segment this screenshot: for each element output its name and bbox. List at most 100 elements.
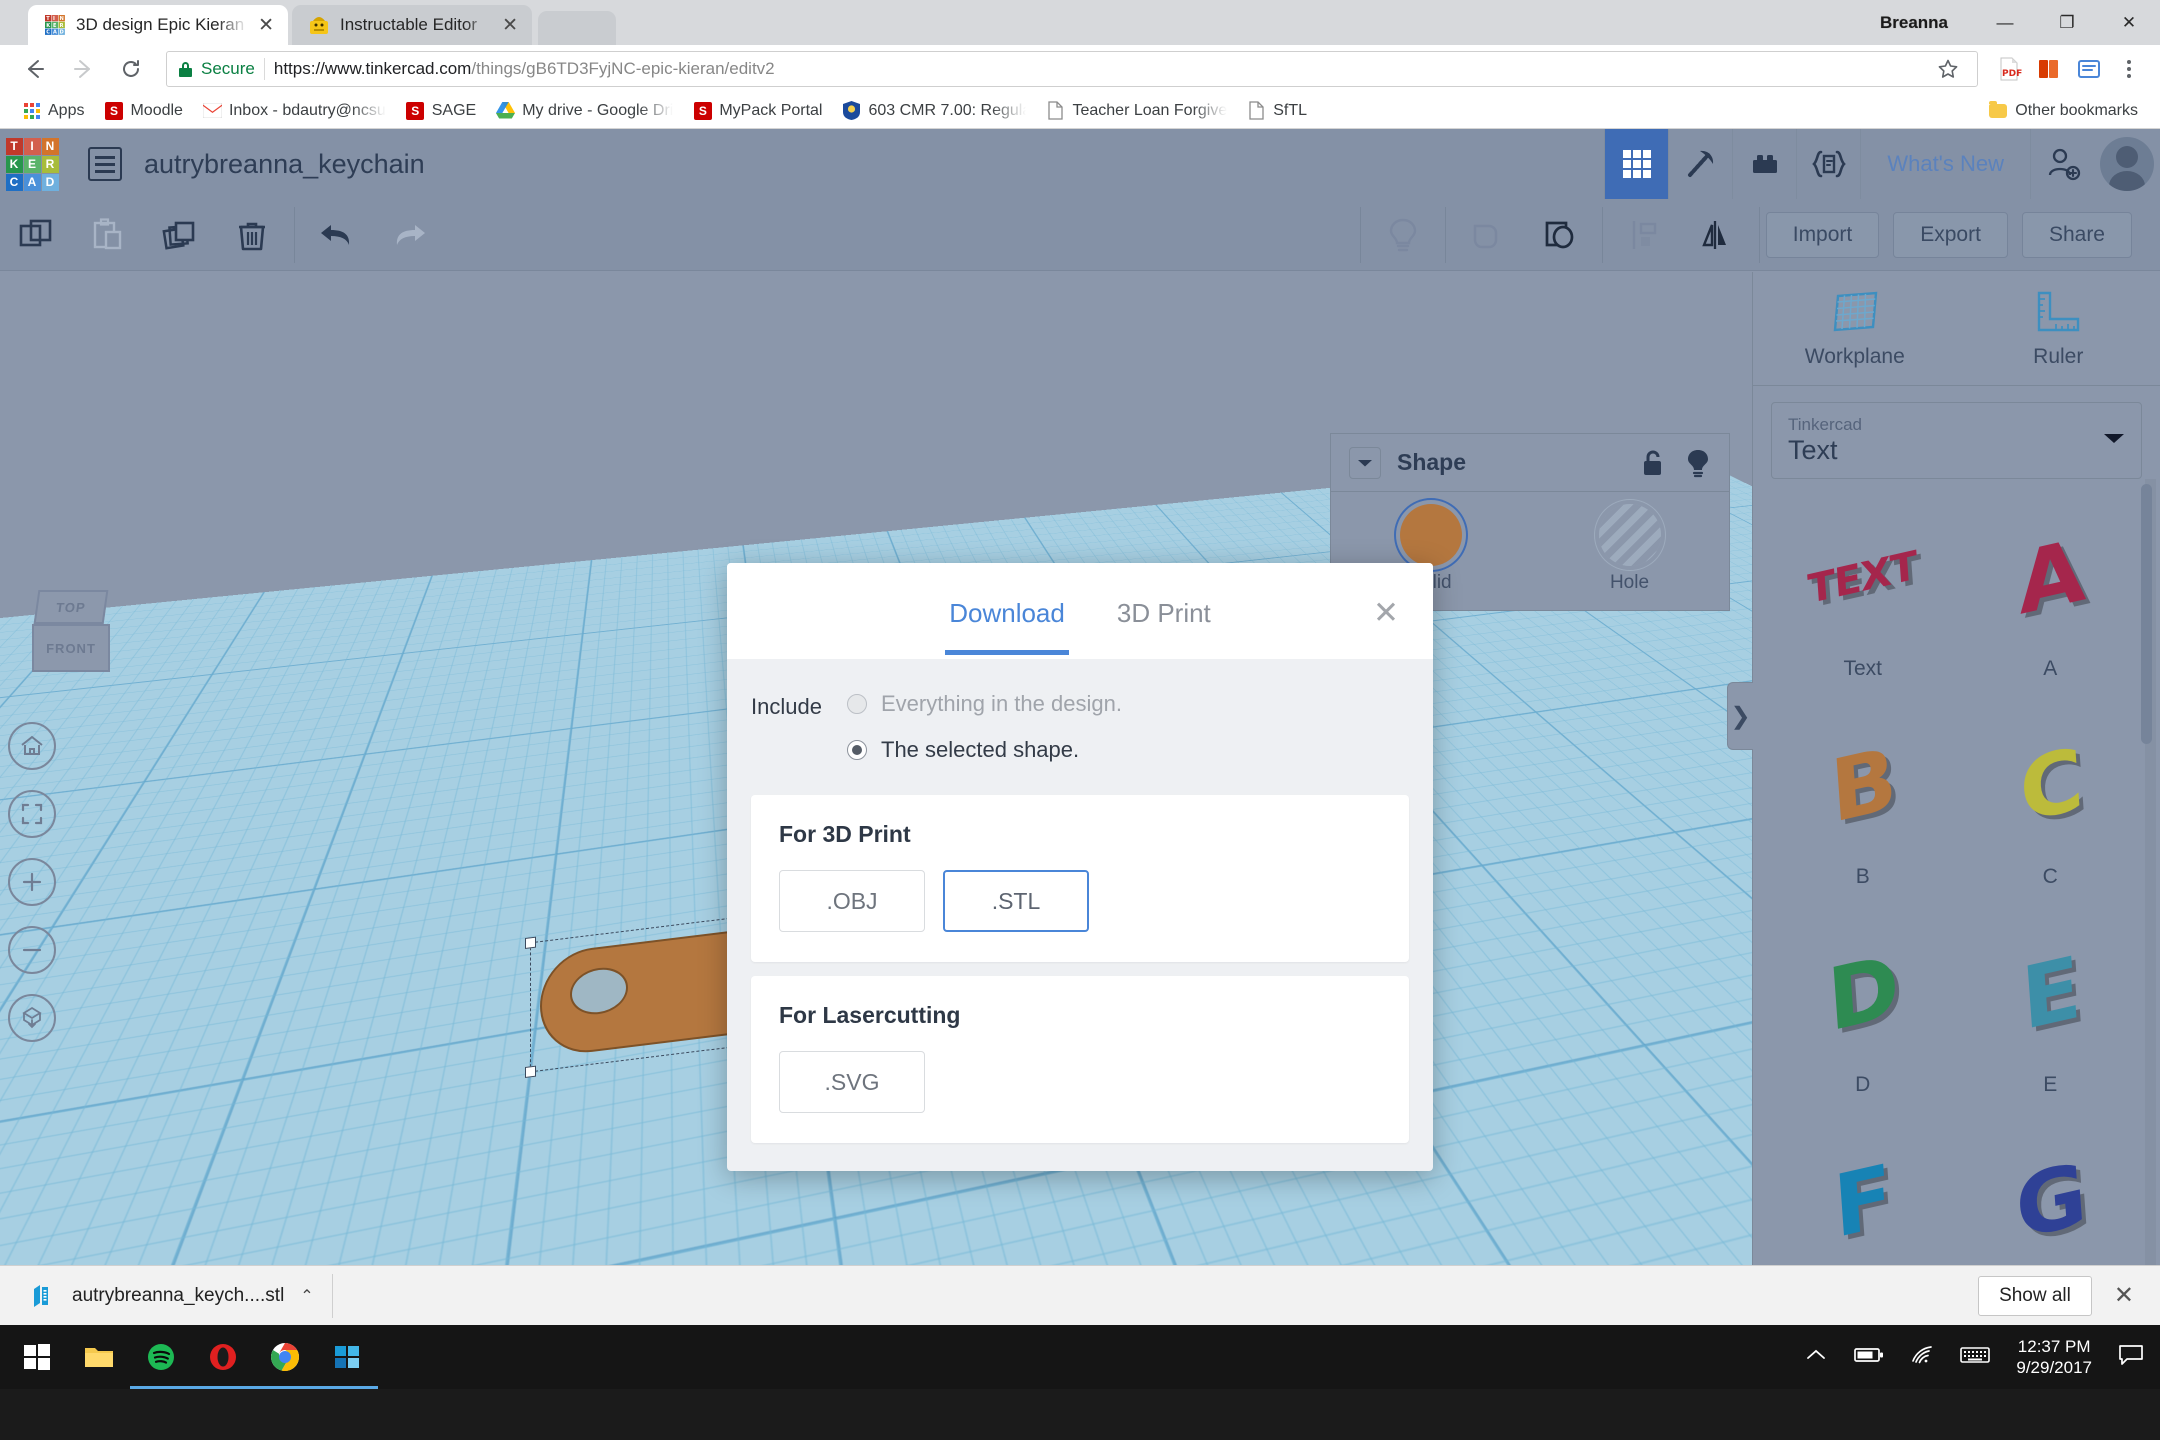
bookmark-inbox[interactable]: Inbox - bdautry@ncsu (195, 98, 394, 123)
show-hidden-icons-button[interactable] (1804, 1347, 1828, 1368)
bookmark-star-icon[interactable] (1931, 52, 1965, 86)
google-drive-icon (496, 101, 516, 120)
clock-time: 12:37 PM (2017, 1336, 2091, 1356)
chrome-button[interactable] (254, 1325, 316, 1389)
office-extension-icon[interactable] (2032, 52, 2066, 86)
windows-taskbar: 12:37 PM 9/29/2017 (0, 1325, 2160, 1389)
bookmark-sage[interactable]: S SAGE (398, 98, 484, 123)
tab-3d-print[interactable]: 3D Print (1113, 568, 1215, 655)
bookmark-moodle[interactable]: S Moodle (96, 98, 190, 123)
system-tray: 12:37 PM 9/29/2017 (1804, 1336, 2154, 1379)
bookmark-label: SAGE (431, 101, 477, 119)
store-button[interactable] (316, 1325, 378, 1389)
ncsu-icon: S (693, 101, 712, 120)
stl-3dviewer-icon (34, 1284, 48, 1307)
download-item[interactable]: autrybreanna_keych....stl ⌃ (18, 1273, 333, 1318)
tab-title: 3D design Epic Kieran | Ti (76, 15, 248, 34)
address-bar[interactable]: Secure https://www.tinkercad.com/things/… (166, 51, 1978, 87)
browser-titlebar: TIN KER CAD 3D design Epic Kieran | Ti ✕… (0, 0, 2160, 45)
start-button[interactable] (6, 1325, 68, 1389)
format-obj-button[interactable]: .OBJ (779, 870, 925, 932)
back-button[interactable] (14, 48, 56, 90)
keyboard-icon (1960, 1346, 1991, 1363)
tab-close-icon[interactable]: ✕ (258, 16, 274, 35)
tinkercad-app: TINKERCAD autrybreanna_keychain What's N… (0, 129, 2160, 1265)
wifi-button[interactable] (1910, 1345, 1934, 1370)
option-everything-in-design[interactable]: Everything in the design. (847, 691, 1122, 717)
tab-strip: TIN KER CAD 3D design Epic Kieran | Ti ✕… (0, 0, 616, 45)
battery-button[interactable] (1854, 1346, 1884, 1369)
spotify-icon (148, 1344, 174, 1370)
format-stl-button[interactable]: .STL (943, 870, 1089, 932)
svg-text:T: T (46, 16, 50, 22)
svg-text:D: D (60, 30, 64, 36)
browser-tab-tinkercad[interactable]: TIN KER CAD 3D design Epic Kieran | Ti ✕ (28, 5, 288, 45)
browser-tab-instructables[interactable]: Instructable Editor ✕ (292, 5, 532, 45)
lock-icon (179, 61, 192, 77)
svg-text:I: I (53, 16, 55, 22)
ncsu-icon: S (406, 101, 425, 120)
spotify-button[interactable] (130, 1325, 192, 1389)
format-buttons: .SVG (779, 1051, 1381, 1113)
export-download-modal: Download 3D Print ✕ Include Everything i… (727, 563, 1433, 1171)
chrome-profile-name[interactable]: Breanna (1880, 13, 1948, 33)
url-text: https://www.tinkercad.com/things/gB6TD3F… (274, 59, 775, 79)
format-buttons: .OBJ .STL (779, 870, 1381, 932)
bookmark-label: Teacher Loan Forgive (1072, 101, 1228, 119)
back-arrow-icon (28, 60, 44, 78)
omnibox-actions (1917, 52, 1965, 86)
ncsu-icon: S (104, 101, 123, 120)
gmail-icon (202, 101, 222, 120)
option-label: The selected shape. (881, 737, 1080, 762)
taskbar-clock[interactable]: 12:37 PM 9/29/2017 (2016, 1336, 2092, 1379)
show-all-downloads-button[interactable]: Show all (1978, 1275, 2092, 1316)
bookmark-603-cmr[interactable]: 603 CMR 7.00: Regula (834, 98, 1034, 123)
close-icon[interactable]: ✕ (1373, 597, 1399, 628)
bookmarks-bar: Apps S Moodle Inbox - bdautry@ncsu S SAG… (0, 93, 2160, 129)
close-window-button[interactable]: ✕ (2098, 0, 2160, 45)
bookmark-apps[interactable]: Apps (14, 98, 92, 123)
close-download-shelf-icon[interactable]: ✕ (2114, 1281, 2134, 1310)
bookmark-label: SfTL (1273, 101, 1308, 119)
reload-button[interactable] (110, 48, 152, 90)
bookmark-mypack-portal[interactable]: S MyPack Portal (685, 98, 830, 123)
svg-text:PDF: PDF (2002, 69, 2022, 79)
bookmark-label: Inbox - bdautry@ncsu (228, 101, 386, 119)
keyboard-button[interactable] (1960, 1345, 1991, 1370)
new-tab-button[interactable] (538, 11, 616, 45)
include-options: Everything in the design. The selected s… (847, 691, 1122, 763)
action-center-button[interactable] (2118, 1343, 2144, 1372)
tab-download[interactable]: Download (945, 568, 1069, 655)
section-for-3d-print: For 3D Print .OBJ .STL (751, 795, 1409, 962)
bookmark-google-drive[interactable]: My drive - Google Dri (488, 98, 681, 123)
other-bookmarks-button[interactable]: Other bookmarks (1981, 99, 2146, 123)
radio-icon[interactable] (847, 740, 867, 760)
svg-text:R: R (60, 23, 64, 29)
maximize-button[interactable]: ❐ (2036, 0, 2098, 45)
window-controls: Breanna — ❐ ✕ (1880, 0, 2160, 45)
pdf-extension-icon[interactable]: PDF (1992, 52, 2026, 86)
option-label: Everything in the design. (881, 691, 1122, 716)
radio-icon[interactable] (847, 694, 867, 714)
clock-date: 9/29/2017 (2016, 1358, 2092, 1377)
format-svg-button[interactable]: .SVG (779, 1051, 925, 1113)
file-explorer-icon (85, 1348, 113, 1367)
other-bookmarks-label: Other bookmarks (2015, 101, 2138, 119)
minimize-button[interactable]: — (1974, 0, 2036, 45)
option-selected-shape[interactable]: The selected shape. (847, 737, 1122, 763)
bookmark-sftl[interactable]: SfTL (1239, 98, 1315, 123)
chrome-menu-icon[interactable] (2112, 52, 2146, 86)
chevron-up-icon[interactable]: ⌃ (300, 1286, 313, 1306)
reload-icon (123, 60, 139, 77)
opera-gx-button[interactable] (192, 1325, 254, 1389)
omnibox-divider (263, 58, 265, 80)
bookmark-label: MyPack Portal (719, 101, 823, 119)
bookmark-teacher-loan[interactable]: Teacher Loan Forgive (1038, 98, 1235, 123)
reading-mode-icon[interactable] (2072, 52, 2106, 86)
apps-grid-icon (22, 101, 41, 120)
svg-text:E: E (53, 23, 57, 29)
file-explorer-button[interactable] (68, 1325, 130, 1389)
tab-close-icon[interactable]: ✕ (502, 16, 518, 35)
security-label: Secure (201, 59, 255, 78)
store-icon (335, 1346, 359, 1368)
